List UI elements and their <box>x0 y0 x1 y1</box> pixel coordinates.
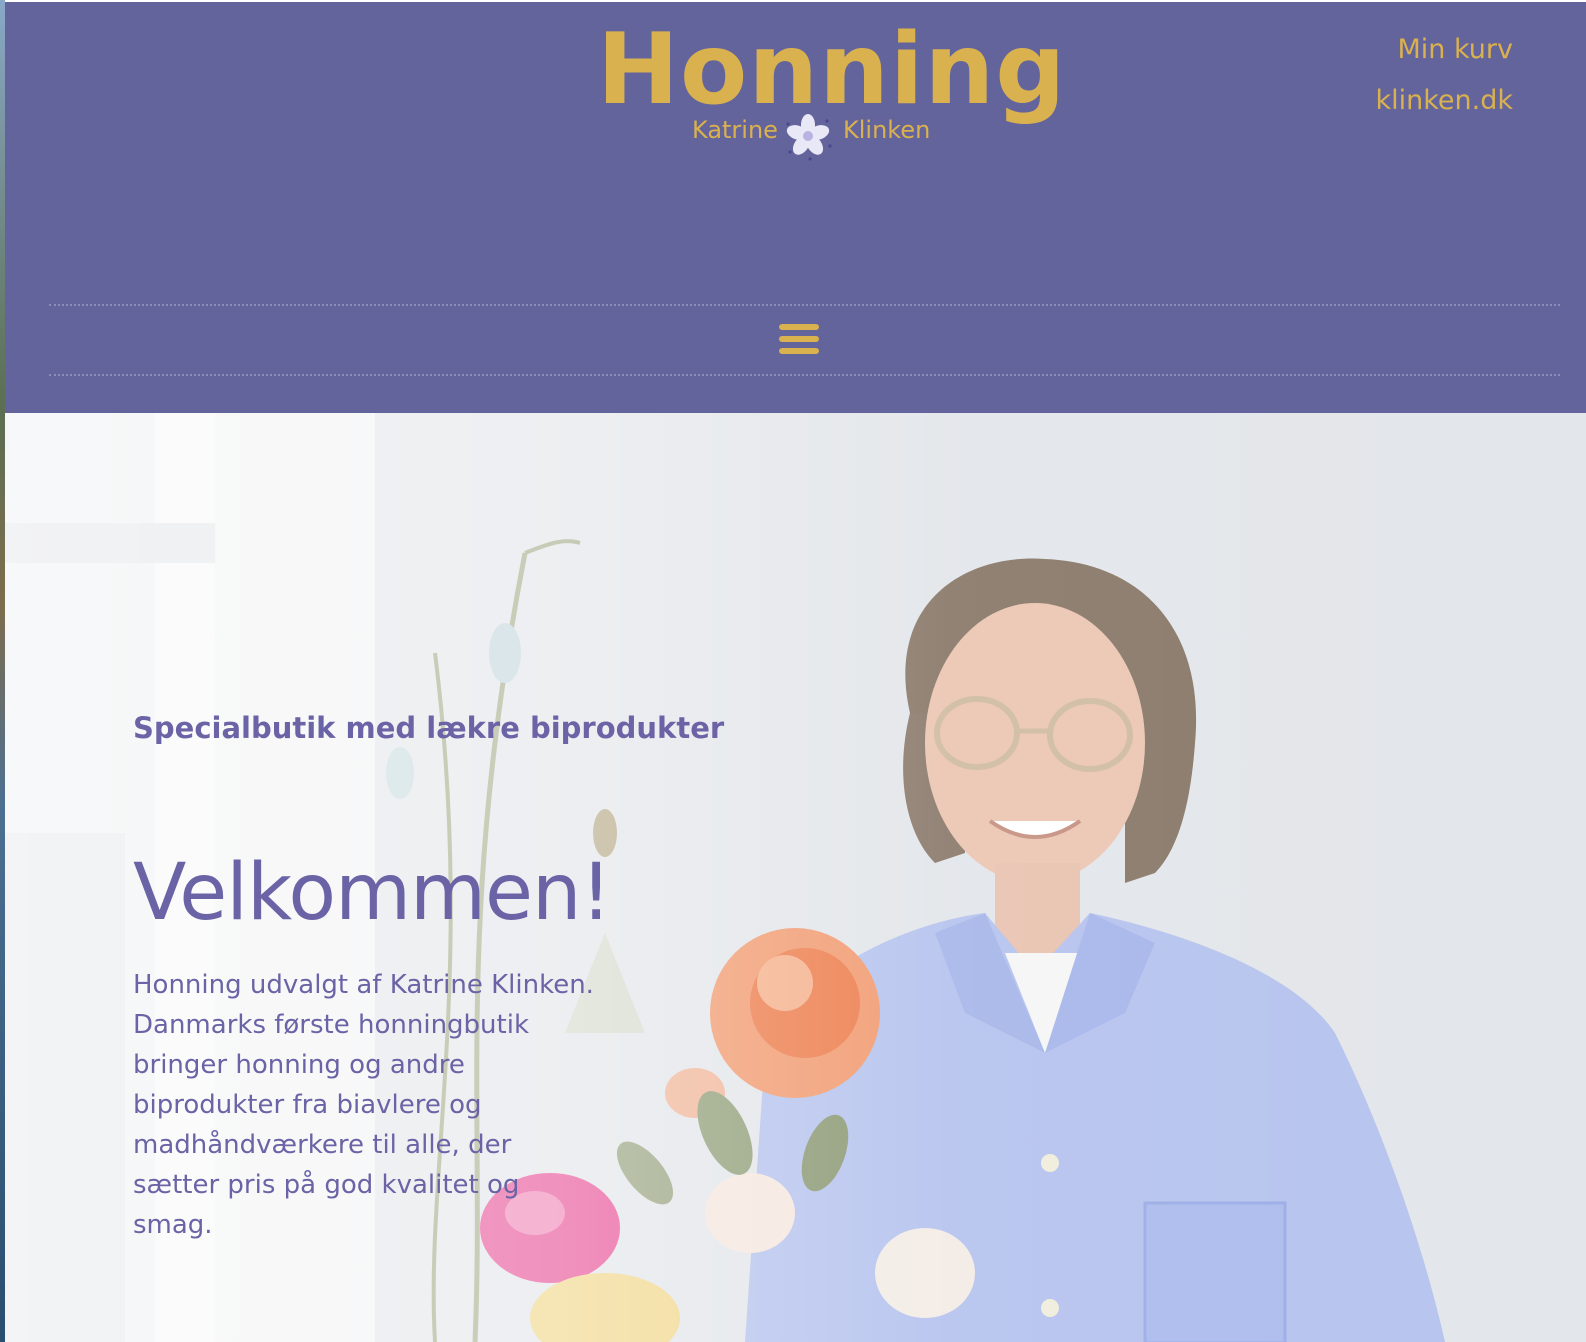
logo-last-name: Klinken <box>843 116 931 144</box>
menu-bar <box>779 324 819 330</box>
hero-description: Honning udvalgt af Katrine Klinken. Danm… <box>133 965 603 1245</box>
page: Honning Katrine Klinken Min kurv klinken… <box>0 0 1586 1342</box>
main-navigation <box>49 304 1560 376</box>
cart-link[interactable]: Min kurv <box>1375 24 1514 75</box>
hero-section: Specialbutik med lækre biprodukter Velko… <box>5 413 1586 1342</box>
hero-title: Velkommen! <box>133 848 612 939</box>
menu-bar <box>779 336 819 342</box>
hamburger-menu-icon[interactable] <box>779 324 823 358</box>
menu-bar <box>779 348 819 354</box>
site-header: Honning Katrine Klinken Min kurv klinken… <box>5 2 1586 413</box>
site-link[interactable]: klinken.dk <box>1375 75 1513 126</box>
logo-first-name: Katrine <box>692 116 778 144</box>
header-links: Min kurv klinken.dk <box>1375 24 1513 126</box>
site-logo[interactable]: Honning Katrine Klinken <box>597 10 1065 170</box>
hero-description-line: Honning udvalgt af Katrine Klinken. <box>133 970 594 1000</box>
hero-subtitle: Specialbutik med lækre biprodukter <box>133 711 725 746</box>
flower-icon <box>786 114 832 161</box>
hero-description-line: Danmarks første honningbutik bringer hon… <box>133 1010 530 1240</box>
